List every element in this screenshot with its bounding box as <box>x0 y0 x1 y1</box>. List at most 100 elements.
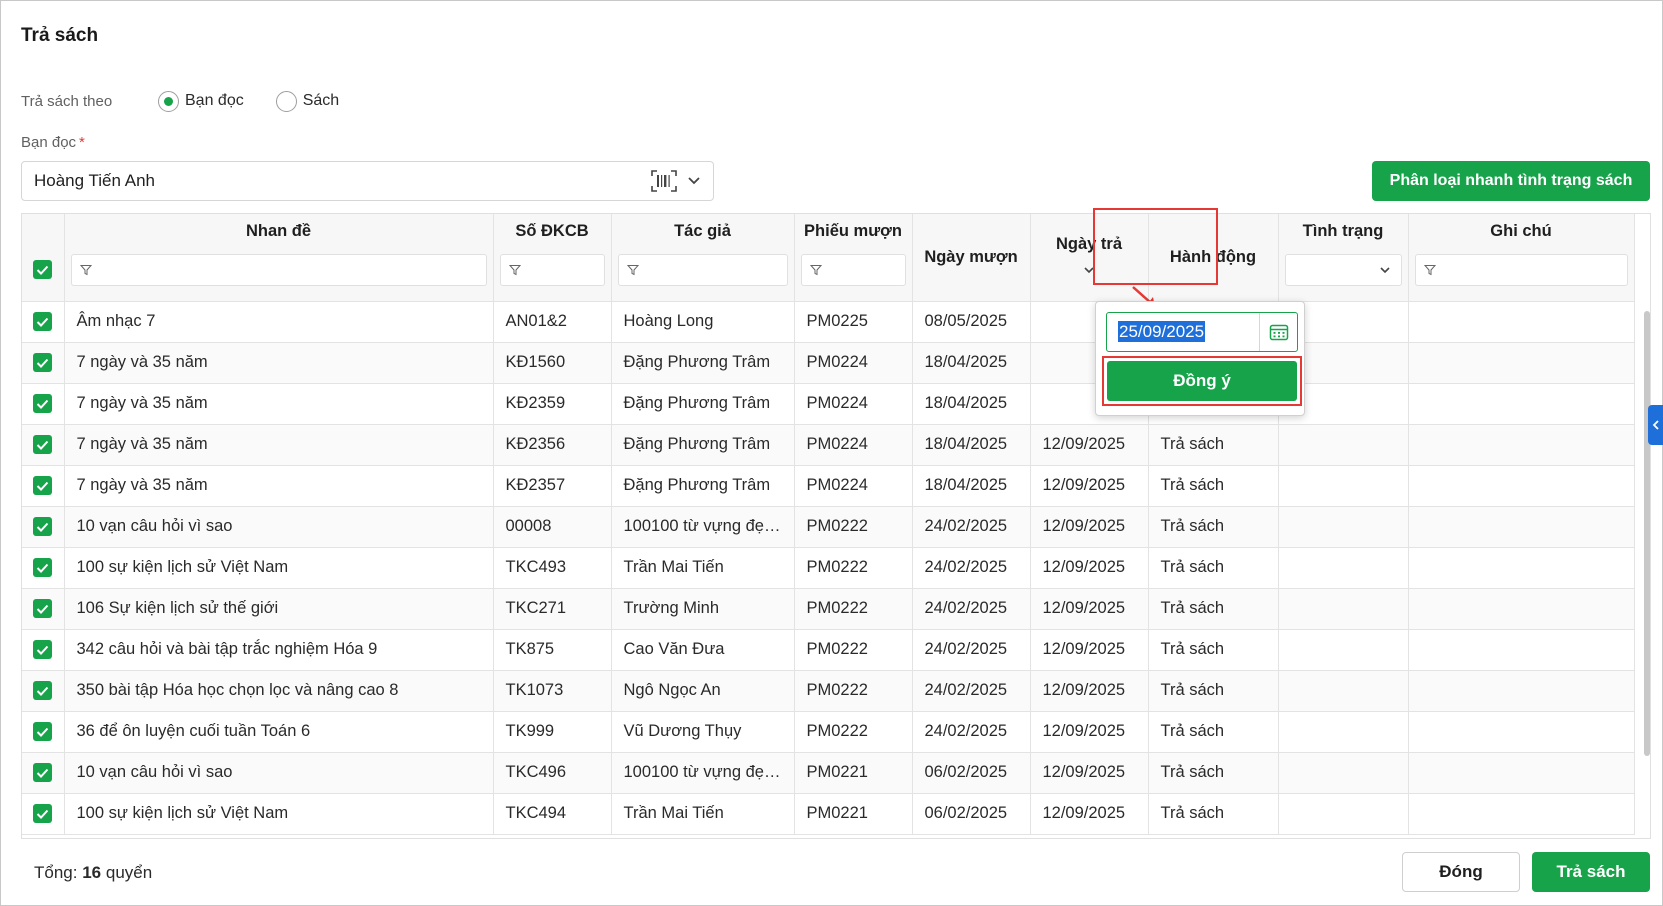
filter-title-input[interactable] <box>70 254 487 286</box>
cell-reg-no: TKC493 <box>493 547 612 589</box>
row-select-cell <box>22 342 65 384</box>
reader-select[interactable]: Hoàng Tiến Anh <box>21 161 714 201</box>
cell-note[interactable] <box>1408 588 1635 630</box>
cell-action[interactable]: Trả sách <box>1148 629 1279 671</box>
return-date-input[interactable]: 25/09/2025 <box>1106 312 1298 352</box>
row-checkbox[interactable] <box>33 681 53 701</box>
cell-reg-no: KĐ2357 <box>493 465 612 507</box>
row-checkbox[interactable] <box>33 517 53 537</box>
row-checkbox[interactable] <box>33 804 53 824</box>
row-checkbox[interactable] <box>33 722 53 742</box>
table-row[interactable]: 350 bài tập Hóa học chọn lọc và nâng cao… <box>22 670 1635 712</box>
radio-by-book[interactable]: Sách <box>275 90 339 112</box>
cell-status[interactable] <box>1278 793 1409 835</box>
cell-action[interactable]: Trả sách <box>1148 793 1279 835</box>
barcode-scan-icon[interactable] <box>651 170 677 192</box>
row-checkbox[interactable] <box>33 640 53 660</box>
select-all-checkbox[interactable] <box>33 260 53 279</box>
cell-status[interactable] <box>1278 629 1409 671</box>
return-books-button[interactable]: Trả sách <box>1532 852 1650 892</box>
header-return-date[interactable]: Ngày trả <box>1030 214 1149 302</box>
cell-action[interactable]: Trả sách <box>1148 465 1279 507</box>
cell-note[interactable] <box>1408 506 1635 548</box>
filter-note-input[interactable] <box>1414 254 1628 286</box>
radio-circle[interactable] <box>275 90 297 112</box>
chevron-down-icon[interactable] <box>687 176 701 186</box>
cell-note[interactable] <box>1408 670 1635 712</box>
row-checkbox[interactable] <box>33 353 53 373</box>
table-row[interactable]: 106 Sự kiện lịch sử thế giới TKC271 Trường… <box>22 588 1635 630</box>
row-checkbox[interactable] <box>33 476 53 496</box>
cell-status[interactable] <box>1278 547 1409 589</box>
cell-action[interactable]: Trả sách <box>1148 506 1279 548</box>
table-row[interactable]: 10 vạn câu hỏi vì sao 00008 100100 từ vựng… <box>22 506 1635 548</box>
cell-note[interactable] <box>1408 752 1635 794</box>
row-select-cell <box>22 301 65 343</box>
cell-status[interactable] <box>1278 588 1409 630</box>
cell-status[interactable] <box>1278 465 1409 507</box>
books-table: Nhan đề Số ĐKCB Tác giả Phiếu mượn Ngày … <box>22 214 1635 835</box>
table-row[interactable]: 7 ngày và 35 năm KĐ1560 Đặng Phương Trâm PM… <box>22 342 1635 384</box>
cell-action[interactable]: Trả sách <box>1148 588 1279 630</box>
radio-by-reader[interactable]: Bạn đọc <box>158 90 244 112</box>
filter-slip-input[interactable] <box>800 254 906 286</box>
calendar-icon[interactable] <box>1259 313 1297 351</box>
cell-note[interactable] <box>1408 629 1635 671</box>
cell-status[interactable] <box>1278 711 1409 753</box>
cell-status[interactable] <box>1278 506 1409 548</box>
cell-action[interactable]: Trả sách <box>1148 711 1279 753</box>
row-checkbox[interactable] <box>33 599 53 619</box>
table-row[interactable]: 10 vạn câu hỏi vì sao TKC496 100100 từ vựn… <box>22 752 1635 794</box>
cell-action[interactable]: Trả sách <box>1148 752 1279 794</box>
row-checkbox[interactable] <box>33 394 53 414</box>
cell-action[interactable]: Trả sách <box>1148 547 1279 589</box>
cell-note[interactable] <box>1408 547 1635 589</box>
cell-title: 36 để ôn luyện cuối tuần Toán 6 <box>64 711 494 753</box>
filter-reg-no-input[interactable] <box>499 254 605 286</box>
row-checkbox[interactable] <box>33 435 53 455</box>
table-row[interactable]: 36 để ôn luyện cuối tuần Toán 6 TK999 Vũ D… <box>22 711 1635 753</box>
cell-return-date: 12/09/2025 <box>1030 424 1149 466</box>
cell-status[interactable] <box>1278 424 1409 466</box>
table-row[interactable]: 100 sự kiện lịch sử Việt Nam TKC493 Trần M… <box>22 547 1635 589</box>
radio-circle-checked[interactable] <box>158 90 179 112</box>
side-panel-toggle[interactable] <box>1648 405 1663 445</box>
quick-classify-button[interactable]: Phân loại nhanh tình trạng sách <box>1372 161 1650 201</box>
table-row[interactable]: 342 câu hỏi và bài tập trắc nghiệm Hóa 9… <box>22 629 1635 671</box>
table-row[interactable]: 7 ngày và 35 năm KĐ2357 Đặng Phương Trâm PM… <box>22 465 1635 507</box>
table-row[interactable]: 7 ngày và 35 năm KĐ2359 Đặng Phương Trâm PM… <box>22 383 1635 425</box>
cell-note[interactable] <box>1408 465 1635 507</box>
cell-status[interactable] <box>1278 670 1409 712</box>
cell-action[interactable]: Trả sách <box>1148 670 1279 712</box>
cell-note[interactable] <box>1408 424 1635 466</box>
confirm-date-button[interactable]: Đồng ý <box>1107 361 1297 401</box>
cell-action[interactable]: Trả sách <box>1148 424 1279 466</box>
row-select-cell <box>22 711 65 753</box>
cell-return-date: 12/09/2025 <box>1030 752 1149 794</box>
cell-title: 7 ngày và 35 năm <box>64 424 494 466</box>
cell-status[interactable] <box>1278 752 1409 794</box>
header-status-label: Tình trạng <box>1302 222 1384 240</box>
table-row[interactable]: 7 ngày và 35 năm KĐ2356 Đặng Phương Trâm PM… <box>22 424 1635 466</box>
row-checkbox[interactable] <box>33 312 53 332</box>
cell-author: Cao Văn Đưa <box>611 629 795 671</box>
close-button[interactable]: Đóng <box>1402 852 1520 892</box>
filter-status-select[interactable] <box>1284 254 1402 286</box>
reader-select-value: Hoàng Tiến Anh <box>34 171 155 190</box>
cell-note[interactable] <box>1408 301 1635 343</box>
cell-note[interactable] <box>1408 793 1635 835</box>
cell-title: 7 ngày và 35 năm <box>64 383 494 425</box>
vertical-scrollbar[interactable] <box>1644 311 1650 756</box>
filter-author-input[interactable] <box>617 254 788 286</box>
table-row[interactable]: 100 sự kiện lịch sử Việt Nam TKC494 Trần M… <box>22 793 1635 835</box>
row-select-cell <box>22 588 65 630</box>
cell-note[interactable] <box>1408 711 1635 753</box>
cell-note[interactable] <box>1408 383 1635 425</box>
chevron-down-icon[interactable] <box>1037 260 1142 279</box>
row-checkbox[interactable] <box>33 558 53 578</box>
cell-author: Đặng Phương Trâm <box>611 465 795 507</box>
filter-icon <box>508 265 521 276</box>
row-checkbox[interactable] <box>33 763 53 783</box>
cell-note[interactable] <box>1408 342 1635 384</box>
table-row[interactable]: Âm nhạc 7 AN01&2 Hoàng Long PM0225 08/05/202… <box>22 301 1635 343</box>
